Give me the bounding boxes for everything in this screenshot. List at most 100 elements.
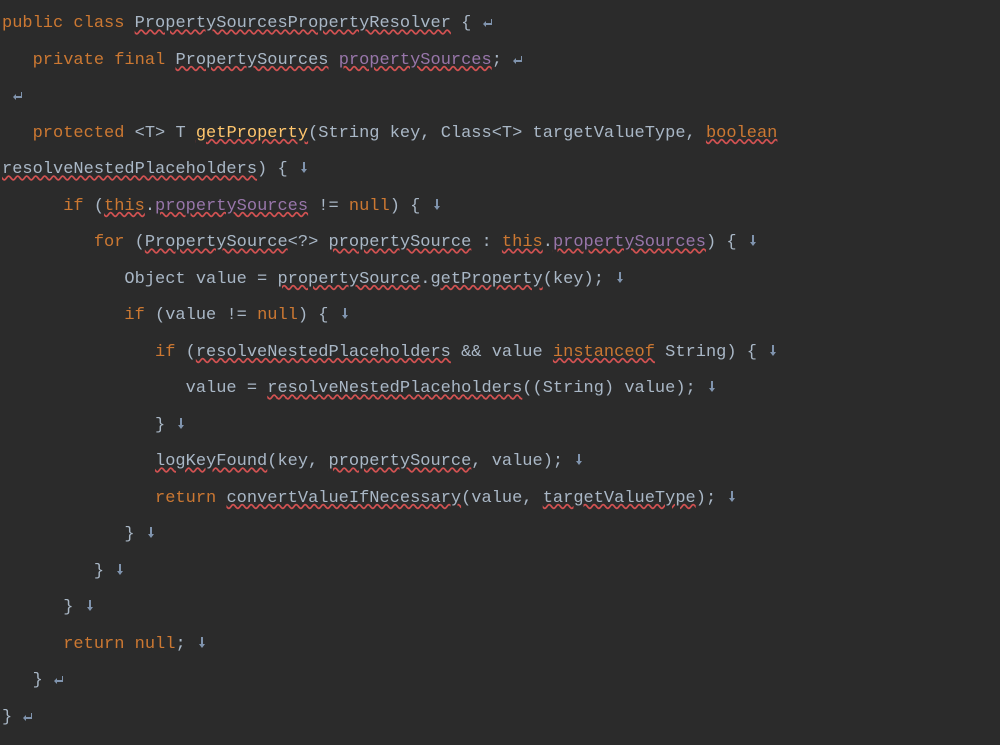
code-token bbox=[2, 197, 63, 216]
code-token: (String key, Class<T> targetValueType, bbox=[308, 124, 706, 143]
code-token: return bbox=[155, 489, 226, 508]
code-token: propertySource bbox=[277, 270, 420, 289]
code-token: ; bbox=[492, 51, 502, 70]
code-token bbox=[2, 233, 94, 252]
code-token: public bbox=[2, 14, 73, 33]
carriage-return-icon bbox=[12, 78, 24, 115]
code-token: String) { bbox=[655, 343, 757, 362]
code-token: null bbox=[135, 635, 176, 654]
code-token: private bbox=[33, 51, 115, 70]
code-token: propertySources bbox=[553, 233, 706, 252]
code-token bbox=[2, 306, 124, 325]
code-token: ( bbox=[135, 233, 145, 252]
line-break-icon bbox=[767, 334, 779, 371]
code-token: PropertySourcesPropertyResolver bbox=[135, 14, 451, 33]
code-token: } bbox=[2, 525, 135, 544]
code-token: } bbox=[2, 671, 43, 690]
code-token: (key); bbox=[543, 270, 604, 289]
code-token: ; bbox=[175, 635, 185, 654]
code-token: } bbox=[2, 416, 165, 435]
carriage-return-icon bbox=[482, 5, 494, 42]
carriage-return-icon bbox=[512, 42, 524, 79]
code-token: getProperty bbox=[196, 124, 308, 143]
code-token: convertValueIfNecessary bbox=[226, 489, 461, 508]
code-token: ) { bbox=[706, 233, 737, 252]
code-token bbox=[2, 489, 155, 508]
code-token: class bbox=[73, 14, 134, 33]
code-token: . bbox=[420, 270, 430, 289]
line-break-icon bbox=[726, 480, 738, 517]
line-break-icon bbox=[298, 151, 310, 188]
line-break-icon bbox=[196, 626, 208, 663]
line-break-icon bbox=[614, 261, 626, 298]
code-token: propertySource bbox=[328, 452, 471, 471]
code-token: boolean bbox=[706, 124, 777, 143]
line-break-icon bbox=[431, 188, 443, 225]
line-break-icon bbox=[84, 589, 96, 626]
code-token bbox=[2, 51, 33, 70]
code-token bbox=[2, 635, 63, 654]
code-token: null bbox=[349, 197, 390, 216]
code-token: (value, bbox=[461, 489, 543, 508]
line-break-icon bbox=[175, 407, 187, 444]
code-token: resolveNestedPlaceholders bbox=[2, 160, 257, 179]
code-token: : bbox=[471, 233, 502, 252]
code-token bbox=[2, 452, 155, 471]
code-token: ( bbox=[94, 197, 104, 216]
code-token: logKeyFound bbox=[155, 452, 267, 471]
code-token: this bbox=[502, 233, 543, 252]
code-token: getProperty bbox=[430, 270, 542, 289]
code-token: PropertySources bbox=[175, 51, 328, 70]
line-break-icon bbox=[145, 516, 157, 553]
code-token: ) { bbox=[257, 160, 288, 179]
line-break-icon bbox=[747, 224, 759, 261]
line-break-icon bbox=[339, 297, 351, 334]
code-token: <T> T bbox=[135, 124, 186, 143]
code-token: resolveNestedPlaceholders bbox=[267, 379, 522, 398]
line-break-icon bbox=[573, 443, 585, 480]
code-token: for bbox=[94, 233, 135, 252]
code-token: } bbox=[2, 562, 104, 581]
code-token: PropertySource bbox=[145, 233, 288, 252]
code-token: ) { bbox=[298, 306, 329, 325]
code-token: instanceof bbox=[553, 343, 655, 362]
code-token: . bbox=[145, 197, 155, 216]
code-token: <?> bbox=[288, 233, 329, 252]
code-token: propertySources bbox=[339, 51, 492, 70]
code-token: return bbox=[63, 635, 134, 654]
code-token bbox=[328, 51, 338, 70]
code-token: . bbox=[543, 233, 553, 252]
code-token: ) { bbox=[390, 197, 421, 216]
code-token: ); bbox=[696, 489, 716, 508]
carriage-return-icon bbox=[53, 662, 65, 699]
code-token: resolveNestedPlaceholders bbox=[196, 343, 451, 362]
code-editor[interactable]: public class PropertySourcesPropertyReso… bbox=[0, 0, 1000, 736]
code-token: targetValueType bbox=[543, 489, 696, 508]
code-token bbox=[2, 343, 155, 362]
code-token: } bbox=[2, 598, 73, 617]
code-token: , value); bbox=[471, 452, 563, 471]
line-break-icon bbox=[114, 553, 126, 590]
code-token: (key, bbox=[267, 452, 328, 471]
code-token bbox=[2, 124, 33, 143]
code-token: (value != bbox=[155, 306, 257, 325]
carriage-return-icon bbox=[22, 699, 34, 736]
code-token: { bbox=[451, 14, 471, 33]
code-token: if bbox=[124, 306, 155, 325]
code-token: propertySource bbox=[328, 233, 471, 252]
code-token: && value bbox=[451, 343, 553, 362]
code-token: this bbox=[104, 197, 145, 216]
code-token: ( bbox=[186, 343, 196, 362]
code-token: != bbox=[308, 197, 349, 216]
code-token: Object value = bbox=[2, 270, 277, 289]
line-break-icon bbox=[706, 370, 718, 407]
code-token: final bbox=[114, 51, 175, 70]
code-token: propertySources bbox=[155, 197, 308, 216]
code-token: if bbox=[63, 197, 94, 216]
code-token: protected bbox=[33, 124, 135, 143]
code-token: null bbox=[257, 306, 298, 325]
code-token: value = bbox=[2, 379, 267, 398]
code-token bbox=[186, 124, 196, 143]
code-token: ((String) value); bbox=[522, 379, 695, 398]
code-token: } bbox=[2, 708, 12, 727]
